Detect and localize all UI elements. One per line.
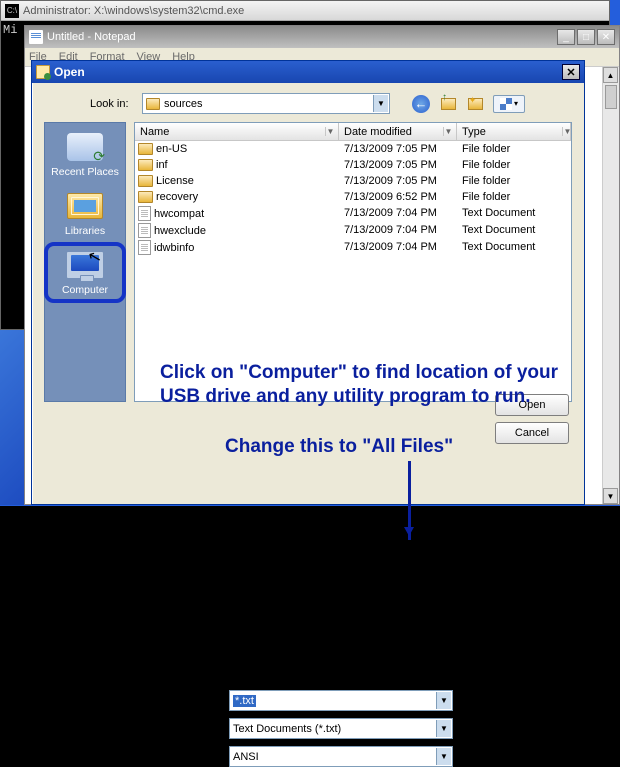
encoding-label: Encoding: — [134, 751, 229, 763]
chevron-down-icon[interactable]: ▼ — [436, 748, 451, 765]
file-type: Text Document — [457, 206, 571, 221]
scroll-down-icon[interactable]: ▼ — [603, 488, 618, 504]
places-computer-label: Computer — [62, 284, 108, 296]
file-row[interactable]: hwexclude 7/13/2009 7:04 PMText Document — [135, 222, 571, 239]
file-date: 7/13/2009 7:05 PM — [339, 174, 457, 188]
file-type: File folder — [457, 142, 571, 156]
file-date: 7/13/2009 7:05 PM — [339, 142, 457, 156]
filename-value: *.txt — [233, 695, 256, 707]
scroll-thumb[interactable] — [605, 85, 617, 109]
chevron-down-icon[interactable]: ▼ — [436, 692, 451, 709]
chevron-down-icon[interactable]: ▼ — [373, 95, 388, 112]
file-type: File folder — [457, 158, 571, 172]
encoding-combo[interactable]: ANSI ▼ — [229, 746, 453, 767]
file-name: inf — [156, 159, 168, 171]
lookin-value: sources — [164, 98, 203, 110]
file-icon — [138, 206, 151, 221]
column-name[interactable]: Name▼ — [135, 123, 339, 140]
cmd-icon: C:\ — [5, 4, 19, 18]
file-row[interactable]: hwcompat 7/13/2009 7:04 PMText Document — [135, 205, 571, 222]
file-icon — [138, 240, 151, 255]
filter-label: Files of type: — [134, 723, 229, 735]
file-row[interactable]: License 7/13/2009 7:05 PMFile folder — [135, 173, 571, 189]
file-date: 7/13/2009 7:04 PM — [339, 206, 457, 221]
scroll-up-icon[interactable]: ▲ — [603, 67, 618, 83]
folder-icon — [138, 191, 153, 203]
annotation-allfiles: Change this to "All Files" — [225, 436, 453, 458]
open-dialog: Open ✕ Look in: sources ▼ ← ▾ Recent Pl — [31, 60, 585, 505]
filename-label: File name: — [134, 695, 229, 707]
cancel-button[interactable]: Cancel — [495, 422, 569, 444]
places-libraries[interactable]: Libraries — [47, 186, 123, 241]
folder-icon — [138, 143, 153, 155]
file-name: hwexclude — [154, 225, 206, 237]
file-row[interactable]: idwbinfo 7/13/2009 7:04 PMText Document — [135, 239, 571, 256]
file-date: 7/13/2009 7:04 PM — [339, 240, 457, 255]
lookin-combo[interactable]: sources ▼ — [142, 93, 390, 114]
file-date: 7/13/2009 7:04 PM — [339, 223, 457, 238]
annotation-arrow — [408, 461, 411, 540]
computer-icon — [66, 251, 104, 279]
maximize-button[interactable]: □ — [577, 29, 595, 45]
places-bar: Recent Places Libraries Computer — [44, 122, 126, 402]
view-menu-button[interactable]: ▾ — [493, 95, 525, 113]
file-type: File folder — [457, 190, 571, 204]
places-libraries-label: Libraries — [65, 225, 105, 237]
filename-field[interactable]: *.txt ▼ — [229, 690, 453, 711]
dialog-close-button[interactable]: ✕ — [562, 64, 580, 80]
chevron-down-icon[interactable]: ▼ — [436, 720, 451, 737]
file-name: hwcompat — [154, 208, 204, 220]
new-folder-button[interactable] — [466, 95, 484, 113]
folder-icon — [138, 159, 153, 171]
libraries-icon — [67, 193, 103, 219]
file-row[interactable]: recovery 7/13/2009 6:52 PMFile folder — [135, 189, 571, 205]
file-row[interactable]: en-US 7/13/2009 7:05 PMFile folder — [135, 141, 571, 157]
file-type: Text Document — [457, 240, 571, 255]
places-computer[interactable]: Computer — [47, 245, 123, 300]
file-icon — [138, 223, 151, 238]
folder-icon — [138, 175, 153, 187]
places-recent-label: Recent Places — [51, 166, 119, 178]
encoding-value: ANSI — [233, 751, 259, 763]
close-button[interactable]: ✕ — [597, 29, 615, 45]
open-dialog-icon — [36, 65, 50, 79]
listview-header: Name▼ Date modified▼ Type▼ — [135, 123, 571, 141]
places-recent[interactable]: Recent Places — [47, 127, 123, 182]
column-date[interactable]: Date modified▼ — [339, 123, 457, 140]
filter-value: Text Documents (*.txt) — [233, 723, 341, 735]
file-name: en-US — [156, 143, 187, 155]
file-name: License — [156, 175, 194, 187]
folder-icon — [146, 98, 160, 110]
dialog-title-text: Open — [54, 65, 85, 79]
file-row[interactable]: inf 7/13/2009 7:05 PMFile folder — [135, 157, 571, 173]
file-name: recovery — [156, 191, 198, 203]
notepad-icon — [29, 30, 43, 44]
minimize-button[interactable]: _ — [557, 29, 575, 45]
recent-places-icon — [67, 133, 103, 161]
file-type: File folder — [457, 174, 571, 188]
file-date: 7/13/2009 7:05 PM — [339, 158, 457, 172]
file-listview[interactable]: Name▼ Date modified▼ Type▼ en-US 7/13/200… — [134, 122, 572, 402]
file-date: 7/13/2009 6:52 PM — [339, 190, 457, 204]
file-name: idwbinfo — [154, 242, 194, 254]
filter-combo[interactable]: Text Documents (*.txt) ▼ — [229, 718, 453, 739]
cmd-titlebar[interactable]: C:\ Administrator: X:\windows\system32\c… — [1, 1, 609, 21]
notepad-title-text: Untitled - Notepad — [47, 31, 136, 43]
lookin-label: Look in: — [90, 98, 136, 110]
annotation-computer: Click on "Computer" to find location of … — [160, 361, 560, 409]
dialog-titlebar[interactable]: Open ✕ — [32, 61, 584, 83]
cmd-title-text: Administrator: X:\windows\system32\cmd.e… — [23, 5, 244, 17]
back-button[interactable]: ← — [412, 95, 430, 113]
cmd-prompt: Mi — [3, 23, 17, 37]
column-type[interactable]: Type▼ — [457, 123, 571, 140]
file-type: Text Document — [457, 223, 571, 238]
up-one-level-button[interactable] — [439, 95, 457, 113]
notepad-titlebar[interactable]: Untitled - Notepad _ □ ✕ — [25, 26, 619, 48]
scrollbar-vertical[interactable]: ▲ ▼ — [602, 67, 619, 504]
